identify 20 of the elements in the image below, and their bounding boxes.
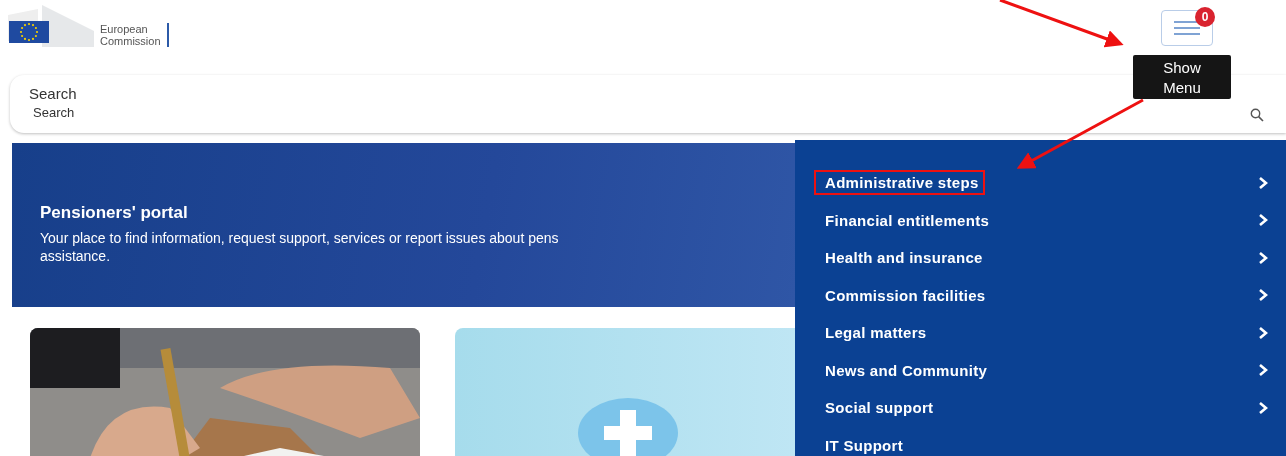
banner-description: assistance. <box>40 247 112 265</box>
menu-item[interactable]: Health and insurance <box>795 239 1286 277</box>
logo-text: European Commission <box>100 23 169 47</box>
menu-item[interactable]: News and Community <box>795 351 1286 389</box>
search-field[interactable]: Search <box>33 105 733 120</box>
menu-item[interactable]: IT Support <box>795 426 1286 456</box>
menu-item[interactable]: Administrative steps <box>795 164 1286 202</box>
banner-title: Pensioners' portal <box>40 203 189 223</box>
search-icon[interactable] <box>1250 108 1264 122</box>
menu-icon <box>1173 20 1201 36</box>
notification-badge: 0 <box>1195 7 1215 27</box>
menu-item[interactable]: Social support <box>795 389 1286 427</box>
menu-item[interactable]: Legal matters <box>795 314 1286 352</box>
plus-icon <box>577 398 678 456</box>
menu-button[interactable]: 0 <box>1161 10 1213 46</box>
menu-item[interactable]: Financial entitlements <box>795 201 1286 239</box>
banner-description: Your place to find information, request support, services or report issues about pens <box>40 229 560 247</box>
search-label: Search <box>29 85 77 102</box>
tooltip: Show Menu <box>1133 55 1231 99</box>
menu-item[interactable]: Commission facilities <box>795 276 1286 314</box>
